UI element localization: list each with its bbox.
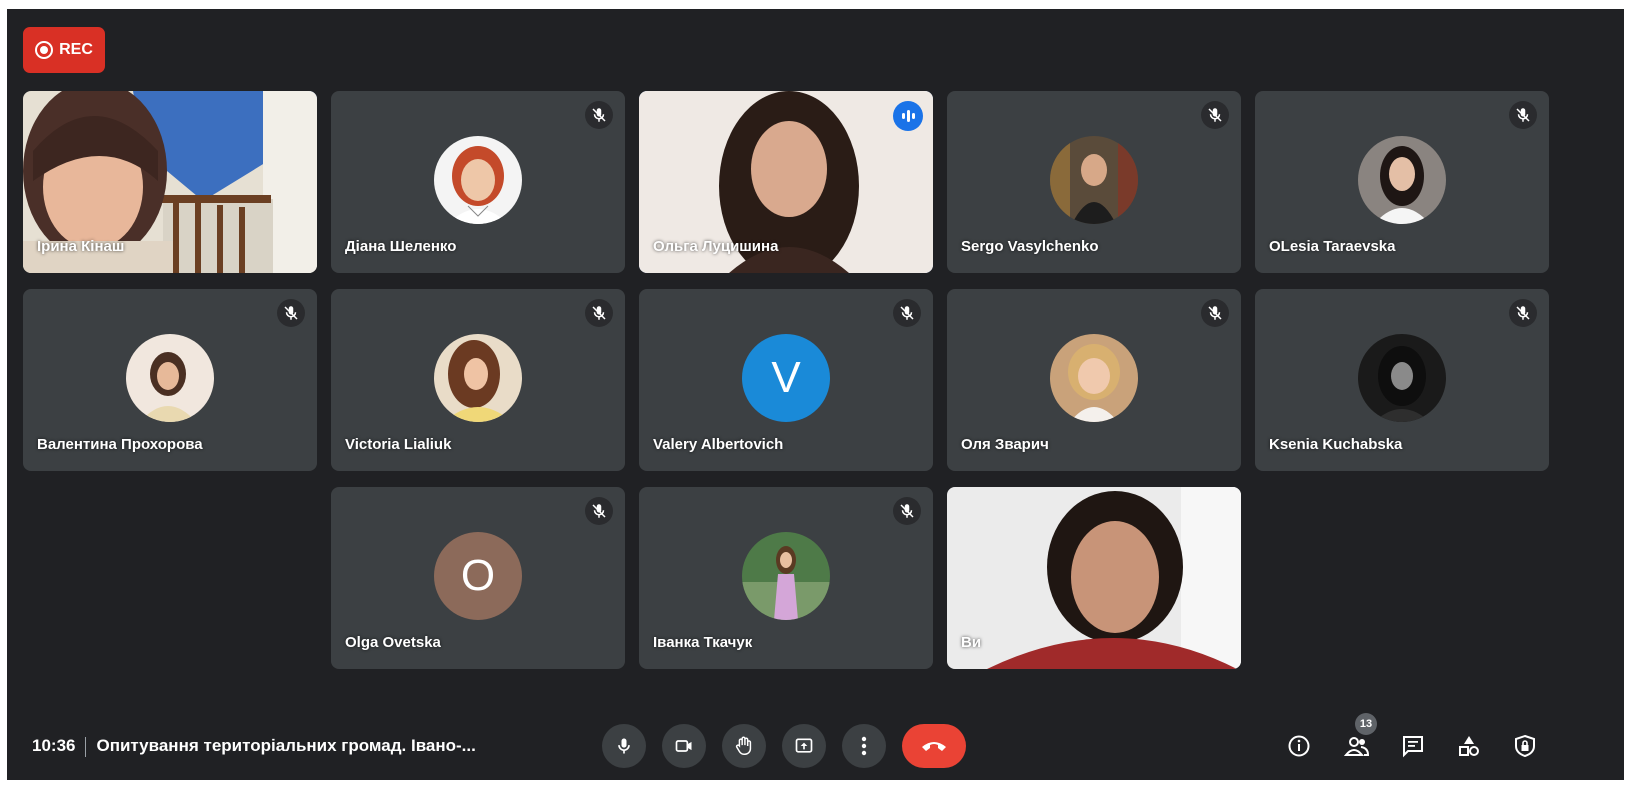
recording-label: REC	[59, 41, 93, 58]
participant-name: Іванка Ткачук	[653, 634, 753, 651]
speaking-indicator-icon	[893, 101, 923, 131]
mic-off-icon	[1201, 299, 1229, 327]
present-icon	[795, 738, 813, 753]
info-icon	[1288, 735, 1310, 757]
participant-tile[interactable]: Victoria Lialiuk	[331, 289, 625, 471]
participant-tile[interactable]: O Olga Ovetska	[331, 487, 625, 669]
meeting-title: Опитування територіальних громад. Івано-…	[96, 736, 476, 755]
bottom-toolbar: 10:36 Опитування територіальних громад. І…	[7, 710, 1624, 780]
more-options-icon	[861, 736, 867, 756]
host-controls-icon	[1515, 734, 1535, 758]
divider	[85, 736, 87, 757]
participant-name: Діана Шеленко	[345, 238, 457, 255]
mic-off-icon	[585, 299, 613, 327]
participant-tile[interactable]: Ksenia Kuchabska	[1255, 289, 1549, 471]
present-button[interactable]	[782, 724, 826, 768]
meeting-info: 10:36 Опитування територіальних громад. І…	[32, 736, 476, 757]
mic-icon	[618, 738, 630, 754]
meeting-details-button[interactable]	[1283, 730, 1315, 762]
mic-off-icon	[1509, 299, 1537, 327]
participant-name: Валентина Прохорова	[37, 436, 203, 453]
avatar-initial: O	[434, 532, 522, 620]
avatar	[742, 532, 830, 620]
participant-tile[interactable]: V Valery Albertovich	[639, 289, 933, 471]
participant-name: Ви	[961, 634, 982, 651]
avatar-initial: V	[742, 334, 830, 422]
mic-off-icon	[1509, 101, 1537, 129]
host-controls-button[interactable]	[1509, 730, 1541, 762]
camera-button[interactable]	[662, 724, 706, 768]
mic-off-icon	[585, 497, 613, 525]
activities-button[interactable]	[1453, 730, 1485, 762]
self-video	[947, 487, 1241, 669]
avatar	[1050, 136, 1138, 224]
avatar	[126, 334, 214, 422]
mic-button[interactable]	[602, 724, 646, 768]
avatar	[1358, 136, 1446, 224]
participant-tile[interactable]: Оля Зварич	[947, 289, 1241, 471]
activities-icon	[1459, 736, 1479, 756]
camera-icon	[675, 740, 692, 752]
recording-indicator: REC	[23, 27, 105, 73]
participant-name: Ірина Кінаш	[37, 238, 125, 255]
participant-name: OLesia Taraevska	[1269, 238, 1396, 255]
avatar	[434, 136, 522, 224]
mic-off-icon	[1201, 101, 1229, 129]
participant-tile[interactable]: OLesia Taraevska	[1255, 91, 1549, 273]
participant-tile-active-speaker[interactable]: Ольга Луцишина	[639, 91, 933, 273]
participant-tile[interactable]: Sergo Vasylchenko	[947, 91, 1241, 273]
participant-name: Olga Ovetska	[345, 634, 441, 651]
hang-up-button[interactable]	[902, 724, 966, 768]
record-icon	[35, 41, 54, 59]
participant-name: Ksenia Kuchabska	[1269, 436, 1403, 453]
raise-hand-button[interactable]	[722, 724, 766, 768]
meeting-time: 10:36	[32, 736, 76, 755]
participant-tile[interactable]: Валентина Прохорова	[23, 289, 317, 471]
people-button[interactable]	[1341, 730, 1373, 762]
mic-off-icon	[893, 497, 921, 525]
raise-hand-icon	[735, 736, 752, 755]
participant-name: Оля Зварич	[961, 436, 1049, 453]
mic-off-icon	[893, 299, 921, 327]
chat-icon	[1403, 736, 1423, 758]
avatar	[434, 334, 522, 422]
chat-button[interactable]	[1397, 730, 1429, 762]
avatar	[1358, 334, 1446, 422]
people-icon	[1344, 737, 1370, 756]
participant-name: Valery Albertovich	[653, 436, 784, 453]
hang-up-icon	[922, 742, 946, 751]
meet-window: REC Ірина Кінаш Діана Шеленко Ольга Луци…	[7, 9, 1624, 780]
mic-off-icon	[585, 101, 613, 129]
participant-tile-self[interactable]: Ви	[947, 487, 1241, 669]
participant-tile[interactable]: Діана Шеленко	[331, 91, 625, 273]
more-options-button[interactable]	[842, 724, 886, 768]
avatar	[1050, 334, 1138, 422]
mic-off-icon	[277, 299, 305, 327]
people-count-badge: 13	[1355, 713, 1377, 735]
participant-name: Sergo Vasylchenko	[961, 238, 1099, 255]
participant-tile[interactable]: Ірина Кінаш	[23, 91, 317, 273]
participant-name: Ольга Луцишина	[653, 238, 779, 255]
participant-name: Victoria Lialiuk	[345, 436, 452, 453]
participant-tile[interactable]: Іванка Ткачук	[639, 487, 933, 669]
